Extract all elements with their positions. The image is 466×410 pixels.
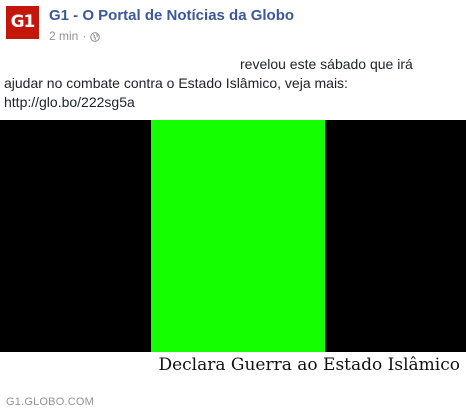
post-image[interactable] bbox=[0, 120, 466, 352]
page-name-link[interactable]: G1 - O Portal de Notícias da Globo bbox=[49, 7, 294, 24]
image-center-panel bbox=[151, 120, 325, 352]
post-link-url[interactable]: http://glo.bo/222sg5a bbox=[4, 93, 444, 112]
post-text-line-1: revelou este sábado que irá bbox=[240, 56, 413, 72]
facebook-post: G1 G1 - O Portal de Notícias da Globo 2 … bbox=[0, 0, 466, 410]
globe-icon[interactable] bbox=[90, 31, 101, 42]
image-right-panel bbox=[325, 120, 466, 352]
post-text-line-2: ajudar no combate contra o Estado Islâmi… bbox=[4, 75, 348, 91]
g1-logo-text: G1 bbox=[10, 12, 36, 32]
link-source-domain[interactable]: G1.GLOBO.COM bbox=[6, 396, 94, 408]
post-meta: 2 min · bbox=[49, 29, 101, 43]
post-timestamp[interactable]: 2 min bbox=[49, 29, 78, 43]
meta-separator: · bbox=[82, 29, 87, 43]
post-message: revelou este sábado que irá ajudar no co… bbox=[4, 55, 444, 112]
image-caption: Declara Guerra ao Estado Islâmico bbox=[158, 355, 460, 375]
page-avatar[interactable]: G1 bbox=[6, 6, 39, 39]
image-left-panel bbox=[0, 120, 151, 352]
